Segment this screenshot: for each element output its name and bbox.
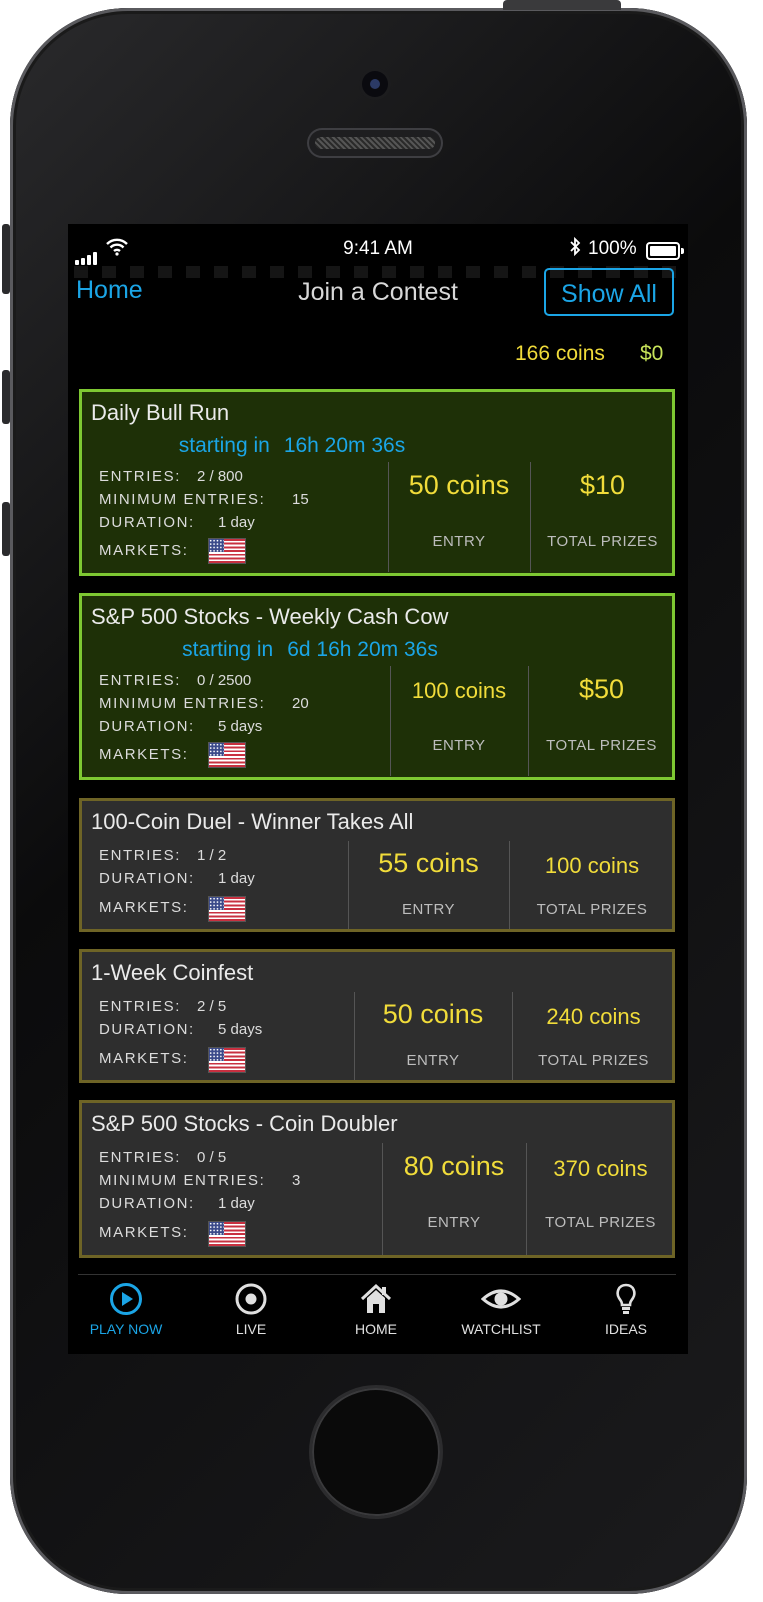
contest-title: Daily Bull Run bbox=[91, 400, 230, 425]
target-icon bbox=[235, 1283, 267, 1315]
entries-label: ENTRIES: bbox=[99, 672, 181, 689]
coin-balance: 166 coins bbox=[515, 342, 605, 365]
entry-caption: ENTRY bbox=[432, 533, 486, 550]
house-icon bbox=[360, 1283, 392, 1315]
starting-in-label: starting in bbox=[182, 638, 274, 661]
us-flag-icon bbox=[208, 1047, 246, 1073]
us-flag-icon bbox=[208, 538, 246, 564]
markets-label: MARKETS: bbox=[99, 746, 189, 763]
play-icon bbox=[110, 1283, 142, 1315]
markets-label: MARKETS: bbox=[99, 899, 189, 916]
front-camera bbox=[362, 71, 388, 97]
countdown-value: 16h 20m 36s bbox=[283, 434, 406, 457]
total-prizes-caption: TOTAL PRIZES bbox=[547, 533, 658, 550]
tab-label: IDEAS bbox=[604, 1321, 647, 1337]
minimum-entries-value: 15 bbox=[292, 491, 309, 508]
minimum-entries-value: 3 bbox=[292, 1172, 301, 1189]
entry-caption: ENTRY bbox=[432, 737, 486, 754]
mute-switch bbox=[2, 224, 10, 294]
battery-percent: 100% bbox=[588, 238, 637, 259]
entry-caption: ENTRY bbox=[401, 901, 456, 918]
contest-card[interactable]: S&P 500 Stocks - Weekly Cash Cow startin… bbox=[79, 593, 675, 780]
minimum-entries-label: MINIMUM ENTRIES: bbox=[99, 1172, 266, 1189]
duration-label: DURATION: bbox=[99, 870, 195, 887]
duration-label: DURATION: bbox=[99, 718, 195, 735]
markets-label: MARKETS: bbox=[99, 1224, 189, 1241]
entry-fee: 80 coins bbox=[403, 1151, 505, 1181]
total-prizes-caption: TOTAL PRIZES bbox=[546, 737, 657, 754]
entry-caption: ENTRY bbox=[427, 1214, 481, 1231]
eye-icon bbox=[480, 1283, 522, 1315]
contest-title: S&P 500 Stocks - Coin Doubler bbox=[91, 1111, 398, 1136]
show-all-button[interactable]: Show All bbox=[544, 268, 674, 316]
battery-icon bbox=[646, 242, 684, 260]
entry-fee: 50 coins bbox=[382, 999, 484, 1029]
power-button bbox=[503, 0, 621, 10]
entry-fee: 100 coins bbox=[411, 678, 507, 703]
status-bar: 9:41 AM 100% bbox=[68, 232, 688, 268]
duration-value: 5 days bbox=[218, 718, 263, 735]
duration-value: 1 day bbox=[218, 870, 255, 887]
start-countdown: starting in 16h 20m 36s bbox=[82, 434, 502, 458]
entries-label: ENTRIES: bbox=[99, 468, 181, 485]
lightbulb-icon bbox=[610, 1283, 642, 1315]
duration-value: 5 days bbox=[218, 1021, 263, 1038]
start-countdown: starting in 6d 16h 20m 36s bbox=[82, 638, 538, 662]
tab-label: LIVE bbox=[235, 1321, 267, 1337]
total-prizes-value: $10 bbox=[579, 470, 626, 500]
contest-title: 1-Week Coinfest bbox=[91, 960, 254, 985]
contest-card[interactable]: 1-Week Coinfest ENTRIES: 2 / 5 DURATION:… bbox=[79, 949, 675, 1083]
entries-value: 2 / 800 bbox=[197, 468, 243, 485]
entry-caption: ENTRY bbox=[406, 1052, 460, 1069]
entries-label: ENTRIES: bbox=[99, 998, 181, 1015]
entry-fee: 50 coins bbox=[408, 470, 510, 500]
us-flag-icon bbox=[208, 1221, 246, 1247]
contest-title: 100-Coin Duel - Winner Takes All bbox=[91, 809, 414, 834]
minimum-entries-label: MINIMUM ENTRIES: bbox=[99, 491, 266, 508]
duration-value: 1 day bbox=[218, 514, 255, 531]
app-screen: 9:41 AM 100% Home Join a Contest Show Al… bbox=[68, 224, 688, 1354]
total-prizes-value: 370 coins bbox=[553, 1156, 648, 1181]
total-prizes-value: 240 coins bbox=[546, 1004, 641, 1029]
us-flag-icon bbox=[208, 896, 246, 922]
contest-card[interactable]: S&P 500 Stocks - Coin Doubler ENTRIES: 0… bbox=[79, 1100, 675, 1258]
starting-in-label: starting in bbox=[178, 434, 270, 457]
total-prizes-caption: TOTAL PRIZES bbox=[538, 1052, 649, 1069]
entries-value: 0 / 5 bbox=[197, 1149, 227, 1166]
tab-bar: PLAY NOW LIVE HOME WATCHLIST IDEAS bbox=[78, 1274, 676, 1354]
total-prizes-caption: TOTAL PRIZES bbox=[536, 901, 648, 918]
total-prizes-caption: TOTAL PRIZES bbox=[545, 1214, 656, 1231]
volume-down-button bbox=[2, 502, 10, 556]
total-prizes-value: $50 bbox=[578, 674, 625, 704]
contest-card[interactable]: Daily Bull Run starting in 16h 20m 36s EN… bbox=[79, 389, 675, 576]
tab-label: PLAY NOW bbox=[89, 1321, 163, 1337]
bluetooth-icon bbox=[568, 236, 582, 264]
entries-value: 0 / 2500 bbox=[197, 672, 252, 689]
total-prizes-value: 100 coins bbox=[544, 853, 640, 878]
cash-balance: $0 bbox=[640, 342, 664, 365]
duration-value: 1 day bbox=[218, 1195, 255, 1212]
minimum-entries-label: MINIMUM ENTRIES: bbox=[99, 695, 266, 712]
tab-label: WATCHLIST bbox=[461, 1321, 541, 1337]
duration-label: DURATION: bbox=[99, 1021, 195, 1038]
entries-label: ENTRIES: bbox=[99, 847, 181, 864]
contest-card[interactable]: 100-Coin Duel - Winner Takes All ENTRIES… bbox=[79, 798, 675, 932]
entries-label: ENTRIES: bbox=[99, 1149, 181, 1166]
tab-label: HOME bbox=[355, 1321, 397, 1337]
entries-value: 1 / 2 bbox=[197, 847, 227, 864]
duration-label: DURATION: bbox=[99, 1195, 195, 1212]
volume-up-button bbox=[2, 370, 10, 424]
countdown-value: 6d 16h 20m 36s bbox=[287, 638, 438, 661]
markets-label: MARKETS: bbox=[99, 542, 189, 559]
earpiece-speaker bbox=[307, 128, 443, 158]
us-flag-icon bbox=[208, 742, 246, 768]
duration-label: DURATION: bbox=[99, 514, 195, 531]
entries-value: 2 / 5 bbox=[197, 998, 227, 1015]
markets-label: MARKETS: bbox=[99, 1050, 189, 1067]
contest-title: S&P 500 Stocks - Weekly Cash Cow bbox=[91, 604, 449, 629]
home-button[interactable] bbox=[312, 1388, 440, 1516]
entry-fee: 55 coins bbox=[378, 848, 479, 878]
minimum-entries-value: 20 bbox=[292, 695, 309, 712]
